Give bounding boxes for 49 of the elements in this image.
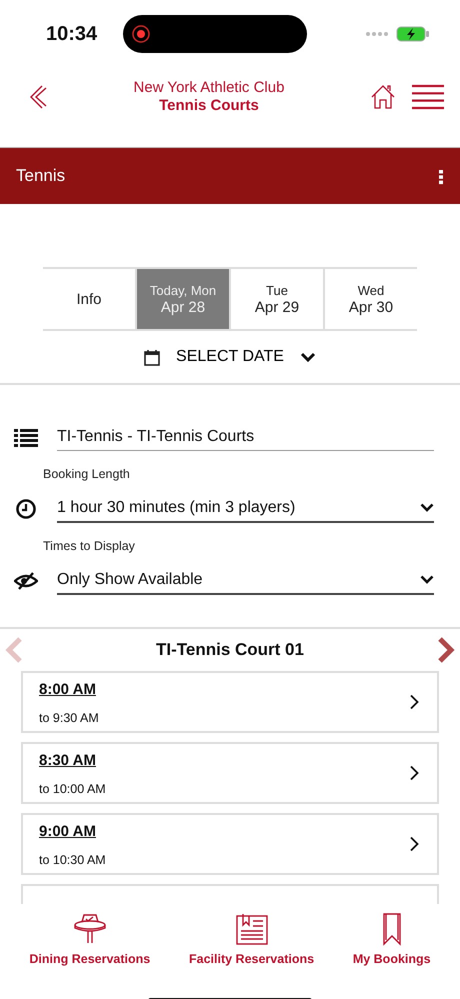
- slot-start-time: 8:00 AM: [39, 680, 97, 700]
- court-name: TI-Tennis Court 01: [156, 638, 304, 661]
- status-time: 10:34: [46, 22, 98, 47]
- chevron-right-icon: [409, 694, 419, 710]
- more-icon: [438, 168, 444, 185]
- date-tab[interactable]: Today, Mon Apr 28: [135, 269, 229, 329]
- chevron-down-icon: [420, 575, 434, 584]
- bottom-nav-item[interactable]: Dining Reservations: [29, 912, 150, 968]
- club-name: New York Athletic Club: [132, 79, 286, 97]
- slot-end-time: to 10:00 AM: [39, 781, 106, 798]
- record-icon: [131, 24, 152, 44]
- slot-start-time: 8:30 AM: [39, 750, 97, 770]
- battery-icon: [396, 26, 430, 42]
- signal-icon: [366, 31, 388, 37]
- select-date-button[interactable]: SELECT DATE: [144, 345, 316, 369]
- slot-start-time: 9:00 AM: [39, 822, 97, 842]
- home-button[interactable]: [370, 84, 396, 110]
- chevron-right-icon: [436, 636, 456, 664]
- next-court-button[interactable]: [436, 636, 456, 664]
- chevron-down-icon: [420, 503, 434, 512]
- menu-icon: [412, 84, 444, 110]
- time-slot-card[interactable]: 8:30 AM to 10:00 AM: [21, 742, 439, 804]
- facility-field[interactable]: TI-Tennis - TI-Tennis Courts: [57, 425, 434, 451]
- dropdown-field[interactable]: 1 hour 30 minutes (min 3 players): [57, 496, 434, 523]
- chevron-right-icon: [409, 764, 419, 780]
- back-icon: [28, 84, 48, 110]
- table-icon: [72, 912, 108, 946]
- form-icon: [234, 912, 270, 946]
- back-button[interactable]: [28, 84, 48, 110]
- bottom-nav-item[interactable]: My Bookings: [352, 912, 431, 968]
- menu-button[interactable]: [412, 84, 444, 110]
- chevron-right-icon: [409, 836, 419, 852]
- slot-end-time: to 9:30 AM: [39, 710, 99, 727]
- slot-end-time: to 10:30 AM: [39, 852, 106, 869]
- chevron-down-icon: [300, 352, 316, 362]
- list-icon: [14, 428, 38, 448]
- field-label: Booking Length: [43, 466, 131, 483]
- chevron-left-icon: [4, 636, 24, 664]
- bottom-nav-item[interactable]: Facility Reservations: [189, 912, 314, 968]
- eye-slash-icon: [14, 571, 38, 591]
- time-slot-card[interactable]: 9:00 AM to 10:30 AM: [21, 812, 439, 874]
- clock-icon: [14, 499, 38, 520]
- calendar-icon: [144, 348, 160, 366]
- time-slot-card[interactable]: 8:00 AM to 9:30 AM: [21, 670, 439, 732]
- page-title: Tennis Courts: [158, 97, 260, 115]
- field-label: Times to Display: [43, 538, 136, 555]
- home-icon: [370, 84, 396, 110]
- dropdown-field[interactable]: Only Show Available: [57, 568, 434, 594]
- section-title: Tennis: [16, 165, 66, 188]
